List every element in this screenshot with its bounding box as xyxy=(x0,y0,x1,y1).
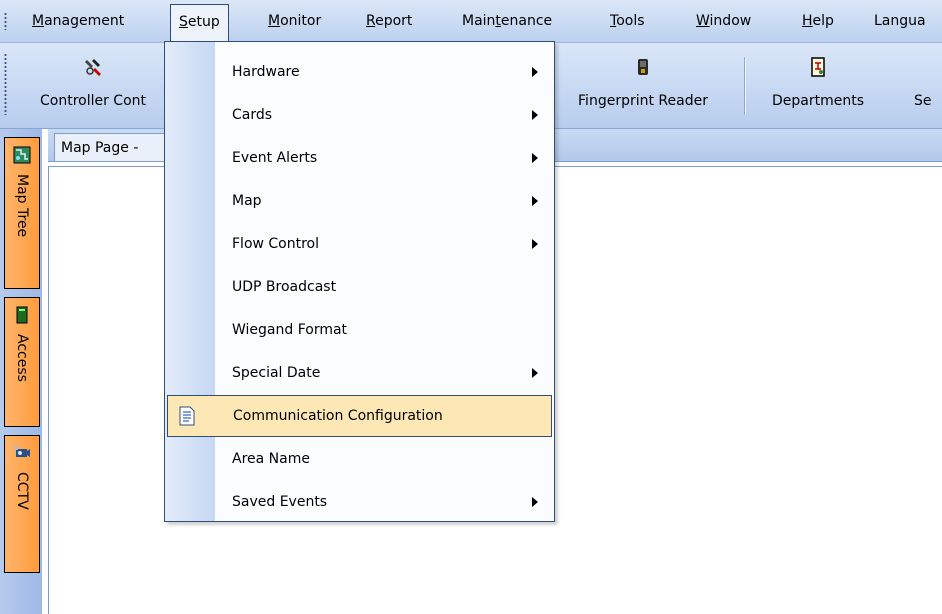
menubar-grip[interactable] xyxy=(4,12,7,30)
dock-tab-map-tree-label: Map Tree xyxy=(14,174,30,238)
fingerprint-reader-button[interactable]: Fingerprint Reader xyxy=(554,43,732,128)
submenu-arrow-icon xyxy=(532,239,538,249)
menu-item-communication-configuration-label: Communication Configuration xyxy=(233,408,443,424)
menu-management-label: Management xyxy=(32,13,125,29)
menu-item-flow-control[interactable]: Flow Control xyxy=(167,224,552,264)
submenu-arrow-icon xyxy=(532,110,538,120)
menu-item-map-label: Map xyxy=(232,193,262,209)
menu-monitor-label: Monitor xyxy=(268,13,322,29)
se-label: Se xyxy=(914,93,932,109)
menu-tools[interactable]: Tools xyxy=(602,0,653,42)
menu-report[interactable]: Report xyxy=(358,0,420,42)
menu-setup-label: Setup xyxy=(179,14,220,30)
controller-tools-icon xyxy=(85,59,101,76)
controller-config-label: Controller Cont xyxy=(39,93,147,109)
controller-config-button[interactable]: Controller Cont xyxy=(18,43,168,128)
menu-item-saved-events-label: Saved Events xyxy=(232,494,328,510)
left-dock: Map Tree Access CCTV xyxy=(0,129,42,614)
menu-management[interactable]: Management xyxy=(24,0,132,42)
menu-item-cards-label: Cards xyxy=(232,107,273,123)
menu-help-label: Help xyxy=(802,13,834,29)
menu-report-label: Report xyxy=(366,13,413,29)
document-icon xyxy=(179,406,195,426)
toolbar-grip[interactable] xyxy=(4,53,7,115)
submenu-arrow-icon xyxy=(532,368,538,378)
se-button[interactable]: Se xyxy=(906,43,942,128)
dock-tab-access-label: Access xyxy=(14,334,30,382)
dock-tab-cctv-label: CCTV xyxy=(14,472,30,510)
submenu-arrow-icon xyxy=(532,153,538,163)
menu-maintenance[interactable]: Maintenance xyxy=(454,0,560,42)
menu-item-hardware[interactable]: Hardware xyxy=(167,52,552,92)
submenu-arrow-icon xyxy=(532,67,538,77)
menu-item-special-date-label: Special Date xyxy=(232,365,321,381)
menu-item-event-alerts-label: Event Alerts xyxy=(232,150,318,166)
departments-label: Departments xyxy=(771,93,864,109)
menu-setup[interactable]: Setup xyxy=(170,4,229,43)
menu-item-event-alerts[interactable]: Event Alerts xyxy=(167,138,552,178)
menu-item-flow-control-label: Flow Control xyxy=(232,236,320,252)
submenu-arrow-icon xyxy=(532,497,538,507)
menu-bar: Management Setup Monitor Report Maintena… xyxy=(0,0,942,43)
menu-item-area-name-label: Area Name xyxy=(232,451,310,467)
camera-icon xyxy=(14,446,30,457)
departments-button[interactable]: Departments xyxy=(754,43,882,128)
toolbar-separator xyxy=(744,57,746,115)
tab-map-page[interactable]: Map Page - xyxy=(54,133,182,162)
door-icon xyxy=(16,306,28,324)
fingerprint-reader-icon xyxy=(638,59,648,75)
menu-item-wiegand-format[interactable]: Wiegand Format xyxy=(167,310,552,350)
menu-item-area-name[interactable]: Area Name xyxy=(167,439,552,479)
dock-tab-access[interactable]: Access xyxy=(4,297,40,427)
tab-map-page-label: Map Page - xyxy=(61,140,139,156)
menu-item-udp-broadcast[interactable]: UDP Broadcast xyxy=(167,267,552,307)
departments-icon xyxy=(811,57,825,77)
menu-language[interactable]: Langua xyxy=(866,0,934,42)
menu-item-wiegand-format-label: Wiegand Format xyxy=(232,322,348,338)
menu-window[interactable]: Window xyxy=(688,0,759,42)
menu-item-special-date[interactable]: Special Date xyxy=(167,353,552,393)
menu-maintenance-label: Maintenance xyxy=(462,13,553,29)
fingerprint-reader-label: Fingerprint Reader xyxy=(578,93,708,109)
dock-tab-cctv[interactable]: CCTV xyxy=(4,435,40,573)
menu-item-cards[interactable]: Cards xyxy=(167,95,552,135)
menu-language-label: Langua xyxy=(874,13,926,29)
submenu-arrow-icon xyxy=(532,196,538,206)
setup-dropdown-menu: Hardware Cards Event Alerts Map Flow Con… xyxy=(164,41,555,522)
menu-window-label: Window xyxy=(696,13,752,29)
menu-item-udp-broadcast-label: UDP Broadcast xyxy=(232,279,337,295)
map-icon xyxy=(13,146,31,164)
menu-help[interactable]: Help xyxy=(794,0,842,42)
menu-item-map[interactable]: Map xyxy=(167,181,552,221)
menu-monitor[interactable]: Monitor xyxy=(260,0,329,42)
dock-tab-map-tree[interactable]: Map Tree xyxy=(4,137,40,289)
menu-item-communication-configuration[interactable]: Communication Configuration xyxy=(167,395,552,437)
menu-item-hardware-label: Hardware xyxy=(232,64,300,80)
menu-item-saved-events[interactable]: Saved Events xyxy=(167,482,552,522)
menu-tools-label: Tools xyxy=(610,13,645,29)
